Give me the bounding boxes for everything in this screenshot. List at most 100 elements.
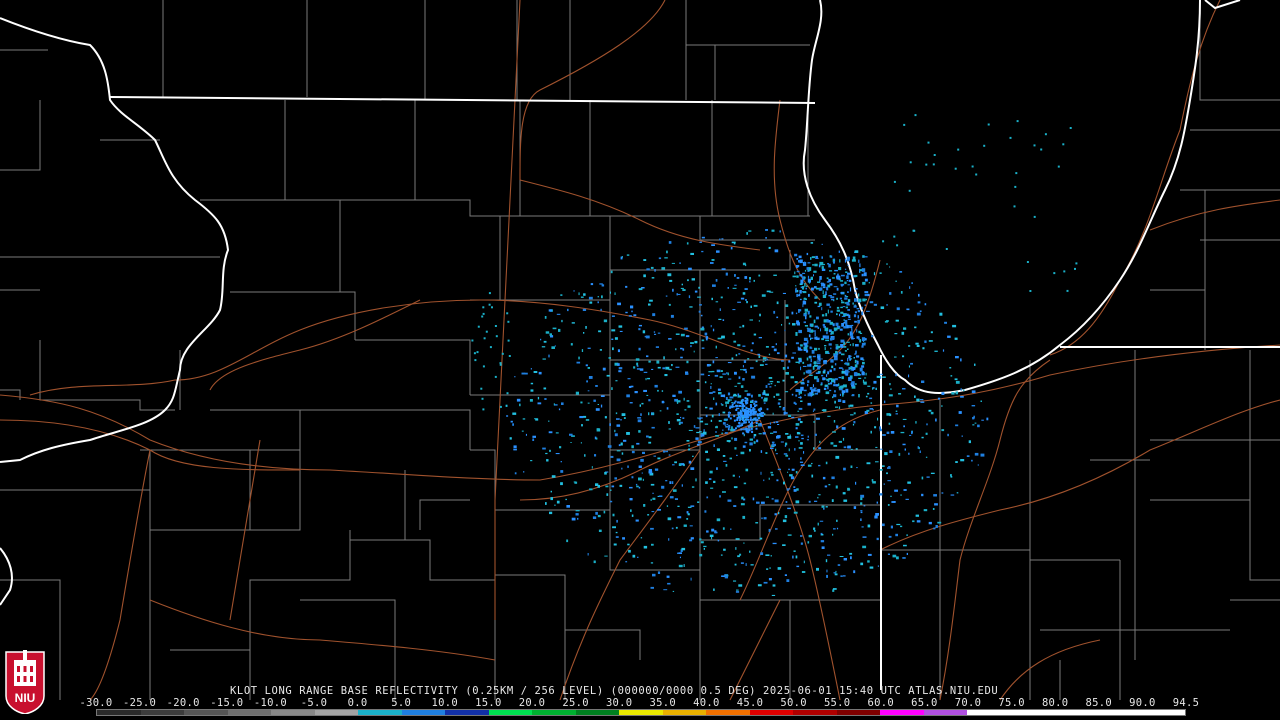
echo-pixel (733, 340, 737, 343)
echo-pixel (604, 472, 607, 475)
echo-pixel (514, 376, 516, 378)
echo-pixel (720, 370, 723, 372)
echo-pixel (803, 389, 807, 392)
echo-pixel (813, 270, 817, 273)
echo-pixel (505, 404, 508, 407)
echo-pixel (835, 570, 837, 573)
echo-pixel (833, 286, 838, 288)
echo-pixel (749, 404, 752, 406)
echo-pixel (705, 414, 708, 418)
echo-pixel (782, 408, 786, 411)
echo-pixel (548, 309, 552, 312)
echo-pixel (819, 440, 821, 444)
echo-pixel (678, 564, 683, 568)
echo-pixel (809, 315, 812, 318)
echo-pixel (840, 280, 844, 282)
echo-pixel (871, 335, 874, 338)
echo-pixel (858, 259, 860, 263)
echo-pixel (903, 327, 907, 330)
echo-pixel (709, 470, 713, 474)
echo-pixel (661, 485, 665, 489)
echo-pixel (725, 418, 727, 422)
echo-pixel (941, 492, 944, 494)
echo-pixel (667, 582, 671, 585)
echo-pixel (506, 312, 509, 315)
echo-pixel (837, 399, 842, 402)
echo-pixel (746, 393, 751, 396)
echo-pixel (651, 368, 654, 370)
echo-pixel (680, 333, 685, 337)
echo-pixel (514, 472, 517, 475)
echo-pixel (821, 374, 824, 377)
echo-pixel (678, 463, 682, 466)
echo-pixel (530, 368, 532, 370)
echo-pixel (683, 463, 685, 467)
echo-pixel (827, 385, 829, 390)
echo-pixel (596, 428, 601, 432)
echo-pixel (597, 296, 599, 298)
echo-pixel (637, 417, 642, 419)
echo-pixel (926, 423, 928, 426)
echo-pixel (800, 535, 803, 537)
echo-pixel (558, 328, 561, 332)
echo-pixel (788, 360, 791, 363)
echo-pixel (857, 301, 861, 303)
echo-pixel (679, 556, 681, 559)
echo-pixel (777, 352, 780, 355)
echo-pixel (750, 427, 753, 430)
echo-pixel (510, 420, 513, 423)
echo-pixel (874, 426, 877, 429)
echo-pixel (765, 496, 769, 498)
echo-pixel (701, 339, 705, 342)
echo-pixel (611, 315, 615, 317)
echo-pixel (930, 411, 934, 415)
echo-pixel (750, 367, 754, 369)
echo-pixel (809, 281, 811, 284)
echo-pixel (824, 345, 827, 347)
echo-pixel (751, 394, 753, 398)
legend-tick: 20.0 (518, 697, 546, 709)
echo-pixel (829, 389, 832, 392)
echo-pixel (764, 360, 767, 362)
echo-pixel (704, 510, 707, 513)
echo-pixel (737, 301, 741, 303)
echo-pixel (755, 424, 758, 427)
echo-pixel (751, 408, 754, 411)
echo-pixel (626, 254, 630, 256)
echo-pixel (756, 439, 759, 443)
echo-pixel (648, 360, 651, 363)
echo-pixel (772, 584, 776, 587)
color-swatch (227, 710, 272, 715)
echo-pixel (638, 430, 641, 433)
echo-pixel (933, 154, 936, 156)
echo-pixel (765, 229, 768, 231)
echo-pixel (621, 256, 623, 258)
echo-pixel (905, 498, 909, 500)
echo-pixel (824, 327, 829, 332)
echo-pixel (771, 474, 774, 476)
echo-pixel (638, 347, 641, 351)
echo-pixel (555, 432, 559, 434)
echo-pixel (729, 406, 732, 409)
echo-pixel (858, 377, 862, 379)
echo-pixel (752, 412, 755, 415)
echo-pixel (1033, 144, 1036, 147)
echo-pixel (688, 460, 692, 464)
echo-pixel (807, 435, 809, 438)
echo-pixel (559, 446, 562, 449)
echo-pixel (759, 423, 762, 425)
echo-pixel (690, 537, 694, 540)
echo-pixel (909, 161, 912, 164)
echo-pixel (821, 256, 823, 259)
echo-pixel (611, 329, 616, 332)
echo-pixel (612, 513, 615, 517)
echo-pixel (713, 480, 716, 483)
echo-pixel (807, 383, 809, 387)
echo-pixel (790, 476, 795, 480)
echo-pixel (824, 485, 828, 488)
echo-pixel (977, 424, 980, 428)
echo-pixel (900, 525, 903, 528)
echo-pixel (844, 281, 847, 285)
echo-pixel (600, 404, 603, 408)
echo-pixel (740, 428, 743, 431)
